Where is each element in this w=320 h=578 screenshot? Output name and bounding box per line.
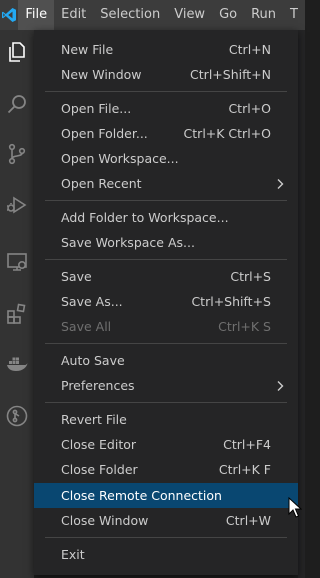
menu-item-label: New Window	[61, 67, 142, 82]
menu-selection[interactable]: Selection	[93, 0, 167, 30]
chevron-right-icon	[276, 171, 284, 196]
menu-item-label: Close Folder	[61, 462, 138, 477]
mouse-cursor-icon	[288, 496, 303, 519]
menu-item-new-window[interactable]: New Window Ctrl+Shift+N	[34, 62, 298, 87]
menu-item-label: New File	[61, 42, 114, 57]
vscode-logo-icon	[0, 0, 18, 30]
menu-item-exit[interactable]: Exit	[34, 542, 298, 567]
menu-item-label: Open Recent	[61, 176, 142, 191]
menu-item-shortcut: Ctrl+S	[230, 269, 271, 284]
menu-item-open-file[interactable]: Open File... Ctrl+O	[34, 96, 298, 121]
editor-area-edge	[298, 30, 305, 578]
extensions-icon[interactable]	[0, 297, 34, 331]
menu-item-label: Save All	[61, 319, 112, 334]
menu-item-close-window[interactable]: Close Window Ctrl+W	[34, 508, 298, 533]
menu-item-shortcut: Ctrl+N	[228, 42, 271, 57]
menu-item-new-file[interactable]: New File Ctrl+N	[34, 37, 298, 62]
menu-item-save-workspace-as[interactable]: Save Workspace As...	[34, 230, 298, 255]
menu-item-shortcut: Ctrl+K Ctrl+O	[183, 126, 271, 141]
menu-item-label: Exit	[61, 547, 85, 562]
menu-item-label: Close Window	[61, 513, 149, 528]
menu-item-save[interactable]: Save Ctrl+S	[34, 264, 298, 289]
menu-item-preferences[interactable]: Preferences	[34, 373, 298, 398]
menu-item-label: Add Folder to Workspace...	[61, 210, 229, 225]
menu-go[interactable]: Go	[212, 0, 244, 30]
menu-item-label: Auto Save	[61, 353, 125, 368]
search-icon[interactable]	[0, 88, 34, 122]
menu-item-close-editor[interactable]: Close Editor Ctrl+F4	[34, 432, 298, 457]
menu-terminal[interactable]: T	[283, 0, 305, 30]
explorer-icon[interactable]	[0, 35, 34, 69]
menu-item-label: Preferences	[61, 378, 135, 393]
menu-item-auto-save[interactable]: Auto Save	[34, 348, 298, 373]
menu-item-label: Revert File	[61, 412, 127, 427]
file-menu-dropdown: New File Ctrl+N New Window Ctrl+Shift+N …	[34, 30, 298, 575]
activity-bar	[0, 30, 34, 578]
menu-item-label: Close Editor	[61, 437, 137, 452]
remote-explorer-icon[interactable]	[0, 245, 34, 279]
menu-item-shortcut: Ctrl+W	[225, 513, 271, 528]
menu-item-revert-file[interactable]: Revert File	[34, 407, 298, 432]
menu-edit[interactable]: Edit	[54, 0, 93, 30]
menu-item-close-folder[interactable]: Close Folder Ctrl+K F	[34, 457, 298, 482]
menu-separator	[45, 537, 287, 538]
source-control-icon[interactable]	[0, 137, 34, 171]
git-graph-icon[interactable]	[0, 399, 34, 433]
menu-item-label: Open File...	[61, 101, 132, 116]
menu-item-open-folder[interactable]: Open Folder... Ctrl+K Ctrl+O	[34, 121, 298, 146]
menu-item-shortcut: Ctrl+K F	[218, 462, 271, 477]
menu-view[interactable]: View	[167, 0, 212, 30]
menu-item-label: Open Folder...	[61, 126, 148, 141]
menu-item-add-folder-to-workspace[interactable]: Add Folder to Workspace...	[34, 205, 298, 230]
menu-item-shortcut: Ctrl+K S	[218, 319, 271, 334]
menu-item-shortcut: Ctrl+Shift+N	[190, 67, 271, 82]
run-debug-icon[interactable]	[0, 188, 34, 222]
menu-item-label: Save As...	[61, 294, 123, 309]
menu-item-shortcut: Ctrl+Shift+S	[191, 294, 271, 309]
chevron-right-icon	[276, 373, 284, 398]
menu-item-save-as[interactable]: Save As... Ctrl+Shift+S	[34, 289, 298, 314]
menu-item-close-remote-connection[interactable]: Close Remote Connection	[34, 483, 298, 508]
menu-separator	[45, 259, 287, 260]
menu-item-open-workspace[interactable]: Open Workspace...	[34, 146, 298, 171]
menu-item-label: Close Remote Connection	[61, 488, 222, 503]
menu-item-open-recent[interactable]: Open Recent	[34, 171, 298, 196]
docker-icon[interactable]	[0, 346, 34, 380]
menu-separator	[45, 200, 287, 201]
menu-item-label: Save Workspace As...	[61, 235, 195, 250]
menu-bar: File Edit Selection View Go Run T	[0, 0, 305, 30]
menu-run[interactable]: Run	[244, 0, 283, 30]
menu-separator	[45, 91, 287, 92]
menu-item-shortcut: Ctrl+F4	[223, 437, 271, 452]
menu-item-save-all: Save All Ctrl+K S	[34, 314, 298, 339]
menu-item-label: Save	[61, 269, 92, 284]
menu-file[interactable]: File	[18, 0, 55, 30]
menu-separator	[45, 402, 287, 403]
menu-separator	[45, 343, 287, 344]
menu-item-shortcut: Ctrl+O	[228, 101, 271, 116]
menu-item-label: Open Workspace...	[61, 151, 179, 166]
